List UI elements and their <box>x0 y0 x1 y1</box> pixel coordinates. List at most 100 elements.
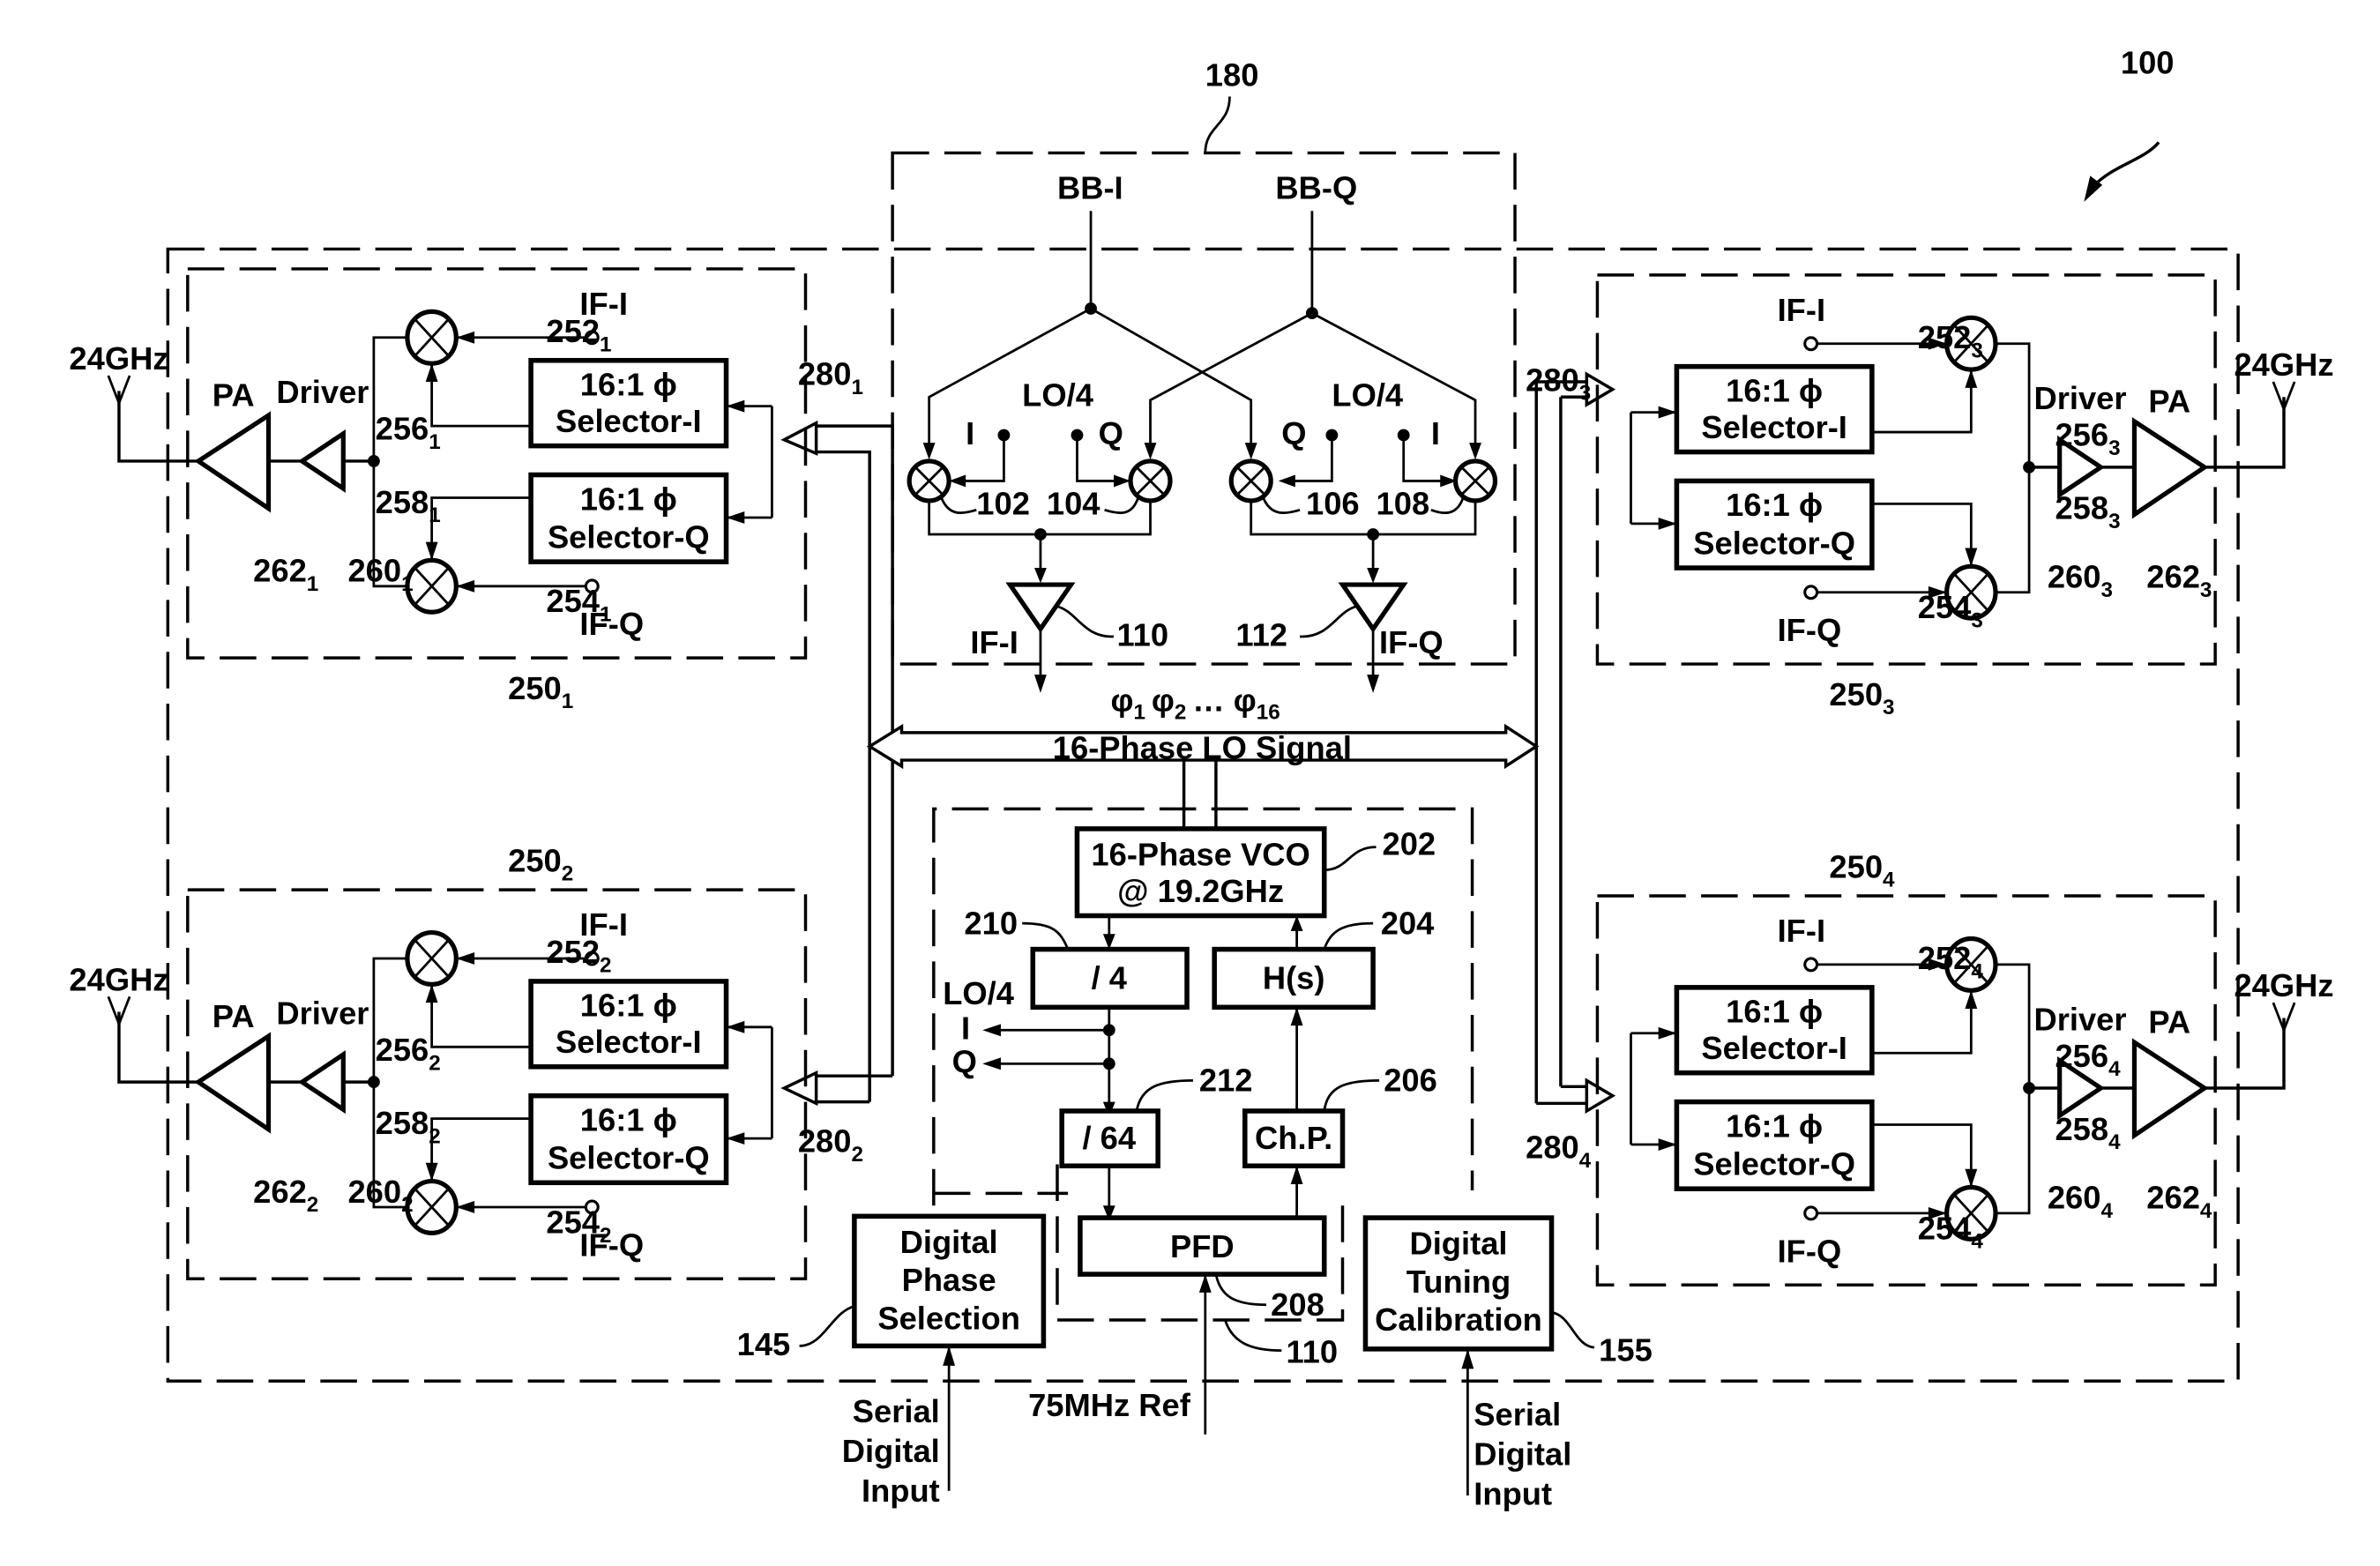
ref-180-leader <box>1204 96 1231 153</box>
pa-amp-icon <box>194 411 272 513</box>
phase-selection-line-2: Phase <box>902 1262 996 1298</box>
ref-mixer-q: 2582 <box>376 1105 441 1148</box>
lo-phases-label: φ1 φ2… φ16 <box>1111 682 1280 725</box>
ref-204: 204 <box>1381 905 1435 941</box>
ref-bus: 2802 <box>798 1123 863 1167</box>
rx-if-q-label: IF-Q <box>1379 624 1444 660</box>
transmitter-layer: 16:1 ϕSelector-I16:1 ϕSelector-QIF-IIF-Q… <box>69 267 2334 1286</box>
driver-amp-icon <box>297 429 346 493</box>
divide-by-64-label: / 64 <box>1082 1120 1136 1156</box>
vco-line-2: @ 19.2GHz <box>1117 873 1284 909</box>
ref-155: 155 <box>1599 1332 1653 1368</box>
ref-driver: 2602 <box>347 1174 413 1217</box>
frequency-label: 24GHz <box>69 340 168 377</box>
divide-by-4-label: / 4 <box>1092 960 1128 996</box>
rf-transceiver-block-diagram: 100 180 BB-I BB-Q LO/4 LO/4 I Q Q I 102 … <box>69 44 2334 1511</box>
ref-110-synth: 110 <box>1286 1333 1338 1369</box>
selector-i-label: Selector-I <box>556 403 702 439</box>
transmitter-250-2: 16:1 ϕSelector-I16:1 ϕSelector-QIF-IIF-Q… <box>69 842 863 1281</box>
mixer-108-icon <box>1452 459 1498 503</box>
ref-selector-q: 2542 <box>546 1204 611 1247</box>
tx-boundary <box>1595 273 2217 666</box>
phase-serial-input-3: Input <box>862 1473 940 1509</box>
ref-100-label: 100 <box>2121 44 2175 80</box>
selector-q-label: Selector-Q <box>548 519 710 556</box>
phase-selection-line-1: Digital <box>900 1224 998 1260</box>
selector-q-ratio: 16:1 ϕ <box>1726 487 1823 523</box>
mixer-102-icon <box>906 459 951 503</box>
synth-i-label: I <box>961 1010 970 1047</box>
tuning-line-1: Digital <box>1409 1226 1507 1262</box>
lo4-left-label: LO/4 <box>1022 377 1094 414</box>
ref-206: 206 <box>1384 1062 1437 1098</box>
ref-102: 102 <box>976 485 1030 521</box>
ref-145: 145 <box>737 1326 791 1362</box>
ref-pa: 2622 <box>253 1174 318 1217</box>
selector-i-label: Selector-I <box>1701 1030 1847 1066</box>
selector-q-label: Selector-Q <box>548 1140 710 1176</box>
lo-i-left-label: I <box>966 415 974 451</box>
driver-label: Driver <box>276 374 369 410</box>
lo4-right-label: LO/4 <box>1332 377 1404 414</box>
ref-tx-block: 2502 <box>508 842 573 885</box>
frequency-label: 24GHz <box>69 961 168 997</box>
tuning-serial-input-1: Serial <box>1474 1396 1561 1432</box>
mixer-106-icon <box>1228 459 1273 503</box>
if-i-label: IF-I <box>1778 913 1825 949</box>
ref-106: 106 <box>1306 485 1360 521</box>
receiver-block-180: 180 BB-I BB-Q LO/4 LO/4 I Q Q I 102 104 … <box>891 56 1517 693</box>
receiver-boundary <box>891 151 1517 666</box>
ref-110-amp: 110 <box>1116 616 1168 652</box>
lo-q-left-label: Q <box>1099 415 1123 451</box>
transmitter-250-1: 16:1 ϕSelector-I16:1 ϕSelector-QIF-IIF-Q… <box>69 267 863 713</box>
vco-line-1: 16-Phase VCO <box>1091 836 1309 872</box>
reference-100: 100 <box>2084 44 2175 202</box>
bus-280-2-arrow <box>780 1070 818 1107</box>
selector-q-label: Selector-Q <box>1693 1146 1855 1182</box>
selector-i-ratio: 16:1 ϕ <box>580 367 677 403</box>
ref-mixer-q: 2583 <box>2055 490 2120 533</box>
selector-i-ratio: 16:1 ϕ <box>1726 372 1823 408</box>
synth-q-label: Q <box>952 1044 977 1080</box>
selector-q-label: Selector-Q <box>1693 525 1855 561</box>
lo-q-right-label: Q <box>1281 415 1306 451</box>
ref-pa: 2624 <box>2146 1180 2212 1223</box>
selector-q-ratio: 16:1 ϕ <box>580 1101 677 1137</box>
selector-i-ratio: 16:1 ϕ <box>1726 994 1823 1030</box>
mixer-q-icon <box>405 1178 459 1235</box>
ref-mixer-q: 2584 <box>2055 1111 2121 1154</box>
digital-phase-selection-block: Digital Phase Selection 145 Serial Digit… <box>737 1213 1047 1509</box>
ref-pa: 2621 <box>253 553 318 596</box>
ref-202: 202 <box>1382 825 1436 861</box>
driver-label: Driver <box>276 995 369 1031</box>
pa-label: PA <box>213 377 255 414</box>
tuning-line-3: Calibration <box>1375 1301 1542 1338</box>
if-q-label: IF-Q <box>1778 1233 1842 1269</box>
ref-208: 208 <box>1271 1286 1324 1323</box>
bus-280-4-arrow <box>1585 1078 1616 1115</box>
tx-boundary <box>186 267 808 660</box>
selector-q-ratio: 16:1 ϕ <box>580 481 677 517</box>
ref-210: 210 <box>964 905 1018 941</box>
driver-amp-icon <box>297 1050 346 1115</box>
mixer-i-icon <box>405 929 459 987</box>
pa-label: PA <box>2148 1004 2190 1040</box>
frequency-label: 24GHz <box>2234 347 2333 383</box>
pa-label: PA <box>2148 384 2190 420</box>
pa-amp-icon <box>2131 417 2209 519</box>
ref-tx-block: 2504 <box>1829 848 1895 891</box>
lo-bus-label: 16-Phase LO Signal <box>1053 729 1352 765</box>
if-i-label: IF-I <box>1778 292 1825 328</box>
ref-tx-block: 2501 <box>508 670 573 713</box>
synth-lo4-label: LO/4 <box>943 975 1015 1011</box>
pa-amp-icon <box>2131 1038 2209 1140</box>
ref-driver: 2601 <box>347 553 413 596</box>
transmitter-250-4: 16:1 ϕSelector-I16:1 ϕSelector-QIF-IIF-Q… <box>1526 848 2334 1286</box>
phase-selection-line-3: Selection <box>877 1300 1020 1336</box>
ref-112-amp: 112 <box>1235 616 1287 652</box>
if-q-label: IF-Q <box>1778 612 1842 648</box>
driver-label: Driver <box>2034 1001 2127 1037</box>
selector-q-ratio: 16:1 ϕ <box>1726 1107 1823 1144</box>
ref-mixer-q: 2581 <box>376 484 441 527</box>
ref-108: 108 <box>1377 485 1430 521</box>
